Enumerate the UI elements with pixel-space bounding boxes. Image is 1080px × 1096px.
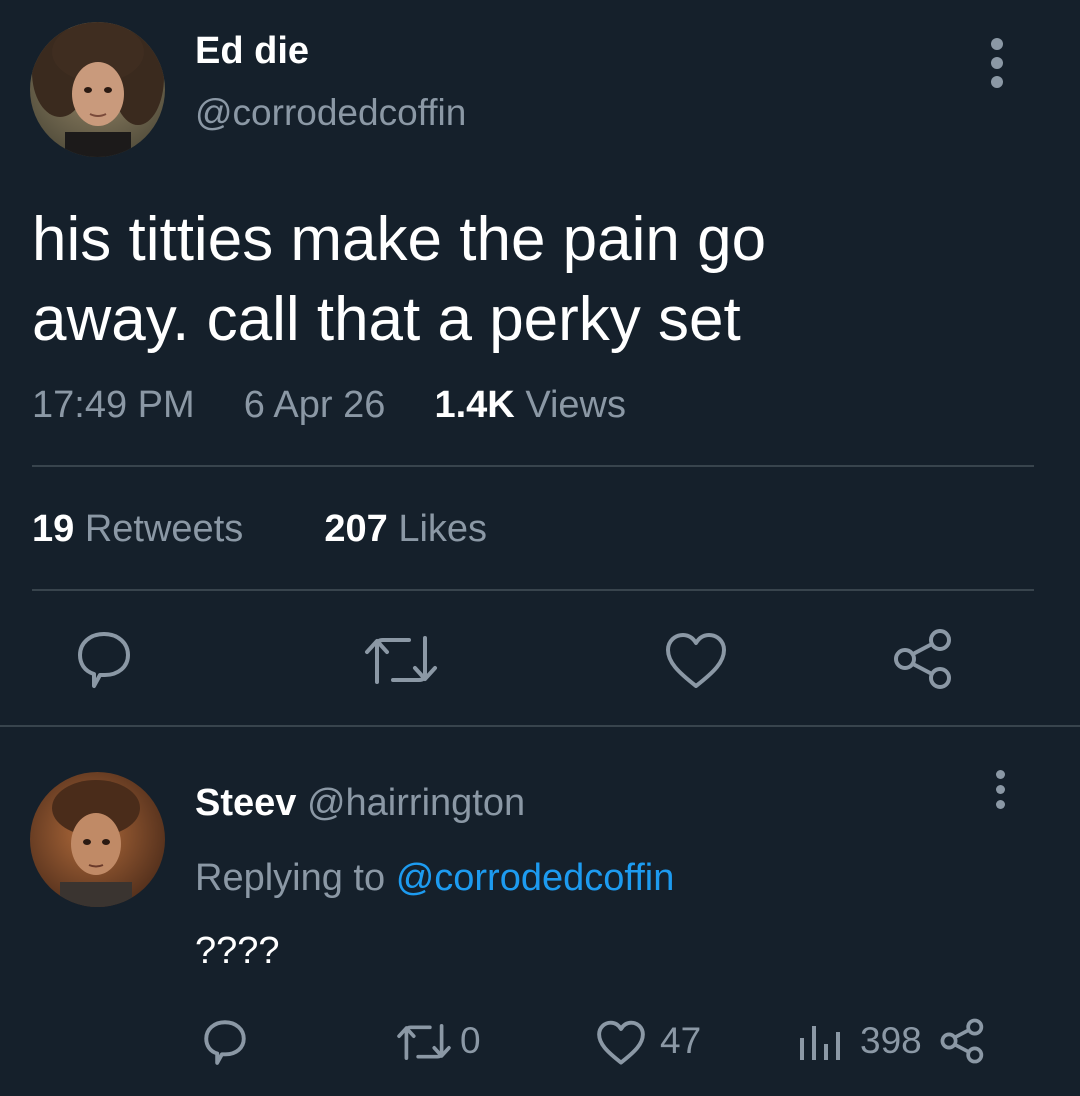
tweet-time: 17:49 PM: [32, 384, 195, 426]
reply-author-name[interactable]: Steev: [195, 782, 296, 824]
views-icon[interactable]: [798, 1020, 848, 1062]
tweet-text-line-2: away. call that a perky set: [32, 285, 741, 354]
tweet-date: 6 Apr 26: [243, 384, 386, 426]
reply-retweet-icon[interactable]: [396, 1020, 452, 1064]
divider: [32, 465, 1034, 467]
reply-author-handle[interactable]: @hairrington: [307, 782, 525, 824]
reply-author[interactable]: Steev @hairrington: [195, 782, 525, 825]
reply-author-avatar[interactable]: [30, 772, 165, 907]
views-count: 1.4K: [434, 384, 515, 426]
replying-prefix: Replying to: [195, 857, 386, 899]
likes-stat[interactable]: 207 Likes: [324, 508, 487, 550]
retweets-count: 19: [32, 508, 75, 550]
retweets-label: Retweets: [84, 508, 244, 550]
tweet-text: his titties make the pain go away. call …: [32, 200, 1032, 360]
retweet-icon[interactable]: [363, 630, 439, 690]
tweet-text-line-1: his titties make the pain go: [32, 205, 767, 274]
retweets-stat[interactable]: 19 Retweets: [32, 508, 254, 550]
reply-reply-icon[interactable]: [200, 1016, 250, 1066]
divider: [32, 589, 1034, 591]
likes-label: Likes: [398, 508, 488, 550]
replying-handle-link[interactable]: @corrodedcoffin: [396, 857, 675, 899]
reply-text: ????: [195, 930, 280, 972]
reply-icon[interactable]: [72, 626, 136, 690]
reply-like-count: 47: [660, 1020, 702, 1061]
reply-like-icon[interactable]: [596, 1020, 646, 1066]
section-separator: [0, 725, 1080, 727]
reply-retweet-count: 0: [460, 1020, 481, 1061]
like-icon[interactable]: [664, 632, 728, 690]
views-label: Views: [525, 384, 626, 426]
tweet-meta: 17:49 PM 6 Apr 26 1.4K Views: [32, 384, 626, 427]
author-avatar[interactable]: [30, 22, 165, 157]
author-name[interactable]: Ed die: [195, 30, 309, 73]
share-icon[interactable]: [890, 626, 958, 692]
likes-count: 207: [324, 508, 388, 550]
reply-more-options-icon[interactable]: [990, 770, 1012, 810]
reply-view-count: 398: [860, 1020, 922, 1061]
replying-to: Replying to @corrodedcoffin: [195, 857, 674, 900]
engagement-stats: 19 Retweets 207 Likes: [32, 508, 487, 551]
reply-share-icon[interactable]: [938, 1016, 988, 1066]
more-options-icon[interactable]: [986, 38, 1008, 88]
author-handle[interactable]: @corrodedcoffin: [195, 92, 466, 134]
